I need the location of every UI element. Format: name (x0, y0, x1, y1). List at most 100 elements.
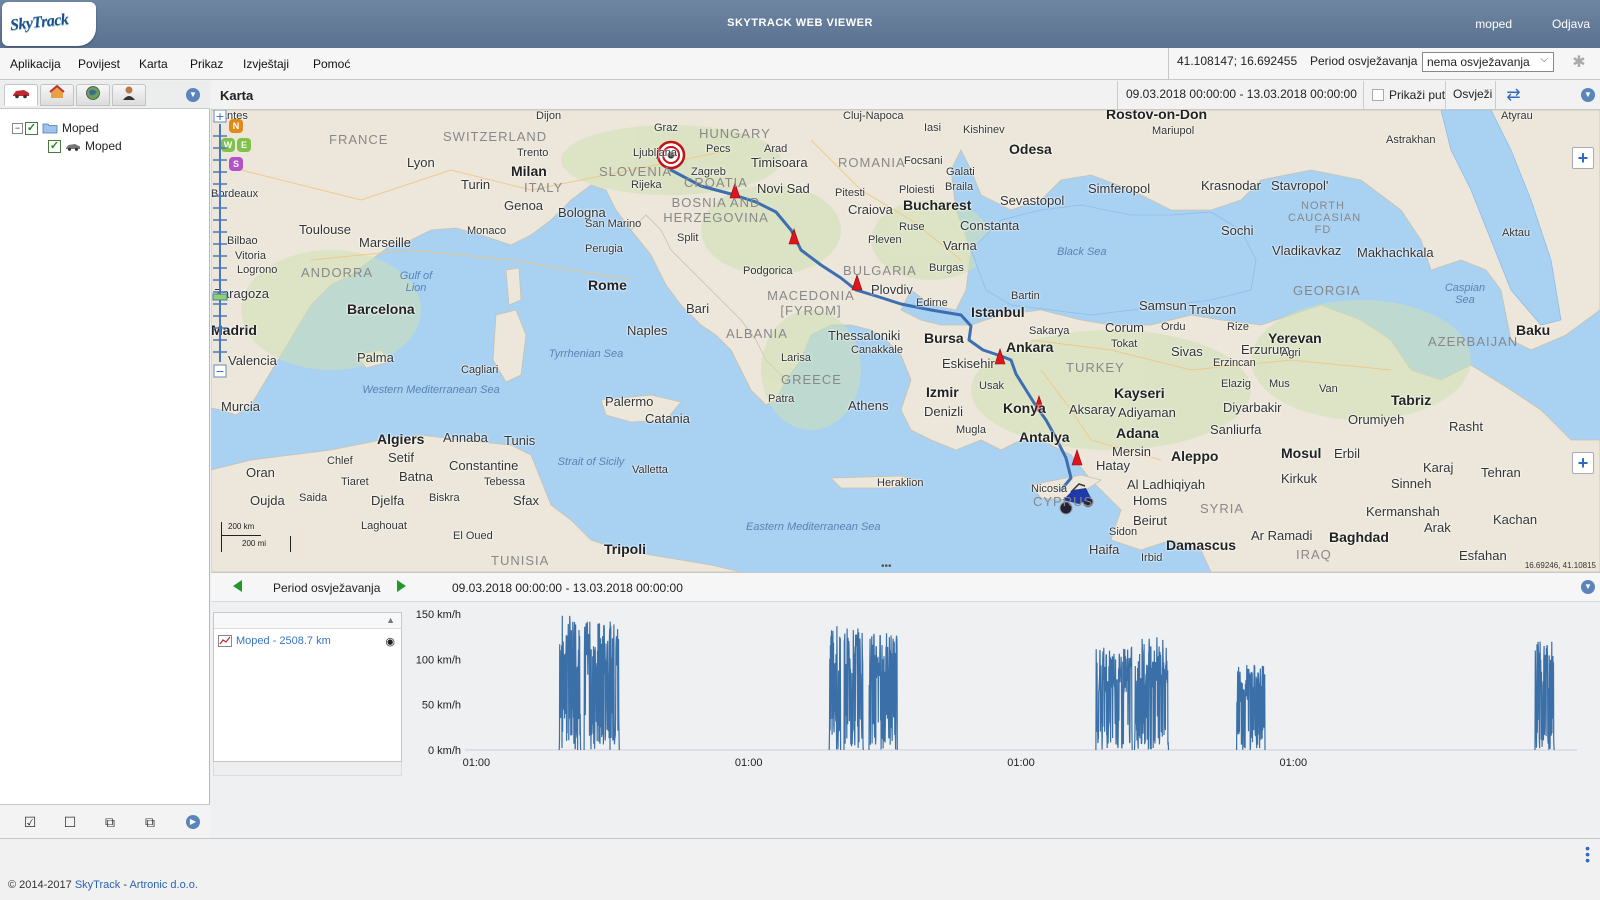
map-label-country: GREECE (781, 372, 842, 387)
vehicle-tree: − ✓ Moped ✓ Moped (8, 117, 204, 769)
logout-link[interactable]: Odjava (1552, 17, 1590, 31)
map-label-city: Ar Ramadi (1251, 528, 1313, 543)
map-label-city: Tebessa (484, 476, 525, 488)
refresh-map-button[interactable]: Osvježi (1445, 81, 1499, 109)
pan-north-icon[interactable]: N (229, 119, 243, 133)
legend-entry[interactable]: Moped - 2508.7 km (218, 635, 331, 647)
globe-icon (86, 86, 100, 100)
map-label-sea: Strait of Sicily (557, 456, 625, 468)
collapse-map-icon[interactable]: ▼ (1581, 88, 1595, 102)
map-label-city: Patra (768, 393, 795, 405)
map-label-city: Kachan (1493, 512, 1538, 527)
stop-marker[interactable] (1071, 449, 1083, 466)
brand-link[interactable]: SkyTrack (75, 879, 120, 891)
map-label-city: Ruse (899, 221, 925, 233)
map-label-city: Cagliari (461, 364, 499, 376)
gear-icon[interactable]: ✱ (1570, 54, 1588, 72)
left-toolbar-menu-icon[interactable]: ▶ (186, 815, 200, 829)
map-label-city: Eskisehir (942, 356, 995, 371)
map-label-city: Varna (943, 238, 977, 253)
map-label-country: ROMANIA (838, 155, 906, 170)
map-label-city: Esfahan (1459, 548, 1507, 563)
map-label-city: Haifa (1089, 542, 1120, 557)
pan-east-icon[interactable]: E (237, 138, 251, 152)
map-label-city: Chlef (327, 455, 353, 467)
check-all-icon[interactable]: ☑ (21, 814, 39, 830)
show-path-toggle[interactable]: Prikaži put (1363, 81, 1453, 109)
map-label-city: Kirkuk (1281, 471, 1318, 486)
menu-pomoc[interactable]: Pomoć (313, 57, 350, 71)
menu-prikaz[interactable]: Prikaz (190, 57, 223, 71)
tab-users[interactable] (112, 84, 146, 106)
uncheck-all-icon[interactable]: ☐ (61, 814, 79, 830)
layer-add-button[interactable]: + (1572, 452, 1594, 474)
stop-marker[interactable] (994, 348, 1006, 365)
resize-handle-icon[interactable]: ••• (881, 561, 892, 572)
map-label-country: BOSNIA AND HERZEGOVINA (663, 195, 769, 225)
vehicle-checkbox[interactable]: ✓ (48, 139, 61, 153)
eye-icon[interactable]: ◉ (385, 635, 395, 648)
map-label-city: Trabzon (1189, 302, 1237, 317)
map-view[interactable]: Nantes Dijon Graz Cluj-Napoca Iasi Kishi… (211, 110, 1600, 572)
tree-group-label: Moped (62, 121, 99, 135)
map-label-city: Naples (627, 323, 668, 338)
show-path-checkbox[interactable] (1372, 89, 1384, 101)
collapse-left-panel-icon[interactable]: ▼ (186, 88, 200, 102)
menu-izvjestaji[interactable]: Izvještaji (243, 57, 289, 71)
map-label-city: Valencia (228, 353, 277, 368)
map-label-city: Mersin (1112, 444, 1152, 459)
collapse-chart-icon[interactable]: ▼ (1581, 580, 1595, 594)
scale-bar: 200 km 200 mi (221, 522, 291, 558)
vehicle-car-icon (66, 144, 80, 151)
map-label-city: Sinneh (1391, 476, 1432, 491)
map-label-country: HUNGARY (699, 126, 771, 141)
zoom-in-button[interactable]: + (1572, 147, 1594, 169)
map-label-city: Barcelona (347, 301, 415, 317)
scale-mi: 200 mi (221, 536, 291, 552)
map-label-city: Palermo (605, 394, 654, 409)
company-link[interactable]: Artronic d.o.o. (129, 879, 197, 891)
next-period-icon[interactable] (397, 580, 406, 592)
map-label-city: Sevastopol (1000, 193, 1065, 208)
stop-marker[interactable] (788, 228, 800, 245)
map-label-city: Denizli (924, 404, 964, 419)
map-label-city: Cluj-Napoca (843, 110, 904, 122)
skytrack-logo[interactable]: SkyTrack (2, 2, 96, 46)
tab-vehicles[interactable] (4, 84, 38, 106)
collapse-tree-icon[interactable]: − (12, 122, 23, 134)
map-label-city: Kermanshah (1366, 504, 1440, 519)
group-checkbox[interactable]: ✓ (25, 121, 38, 135)
map-label-city: Krasnodar (1201, 178, 1261, 193)
reload-icon[interactable]: ⇄ (1495, 81, 1531, 109)
sort-up-icon[interactable]: ▲ (386, 615, 395, 625)
collapse-all-icon[interactable]: ⧉ (141, 814, 159, 830)
chart-panel-header: Period osvježavanja 09.03.2018 00:00:00 … (211, 572, 1600, 602)
map-label-city: Edirne (916, 297, 948, 309)
map-label-country: MACEDONIA [FYROM] (767, 288, 855, 318)
previous-period-icon[interactable] (233, 580, 242, 592)
menu-povijest[interactable]: Povijest (78, 57, 120, 71)
tab-places[interactable] (40, 84, 74, 106)
map-label-city: Diyarbakir (1223, 400, 1282, 415)
map-label-sea: Western Mediterranean Sea (362, 384, 500, 396)
menu-karta[interactable]: Karta (139, 57, 168, 71)
tab-zones[interactable] (76, 84, 110, 106)
map-label-city: Algiers (377, 431, 425, 447)
zoom-slider[interactable]: + − (211, 110, 231, 378)
tree-vehicle-row[interactable]: ✓ Moped (48, 138, 122, 154)
map-label-city: Bartin (1011, 290, 1040, 302)
map-label-city: Ankara (1006, 339, 1054, 355)
menu-aplikacija[interactable]: Aplikacija (10, 57, 61, 71)
pan-south-icon[interactable]: S (229, 157, 243, 171)
map-label-city: Sidon (1109, 526, 1138, 538)
map-label-city: Elazig (1221, 378, 1251, 390)
tree-group-row[interactable]: − ✓ Moped (12, 120, 99, 136)
map-label-city: Rijeka (631, 179, 662, 191)
expand-all-icon[interactable]: ⧉ (101, 814, 119, 830)
refresh-period-select[interactable]: nema osvježavanja ⌵ (1422, 52, 1554, 72)
map-label-country: TURKEY (1066, 360, 1125, 375)
copyright-prefix: © 2014-2017 (8, 879, 75, 891)
more-options-icon[interactable]: • • • (1585, 841, 1590, 867)
map-label-city: Novi Sad (757, 181, 810, 196)
map-label-city: Split (677, 232, 699, 244)
